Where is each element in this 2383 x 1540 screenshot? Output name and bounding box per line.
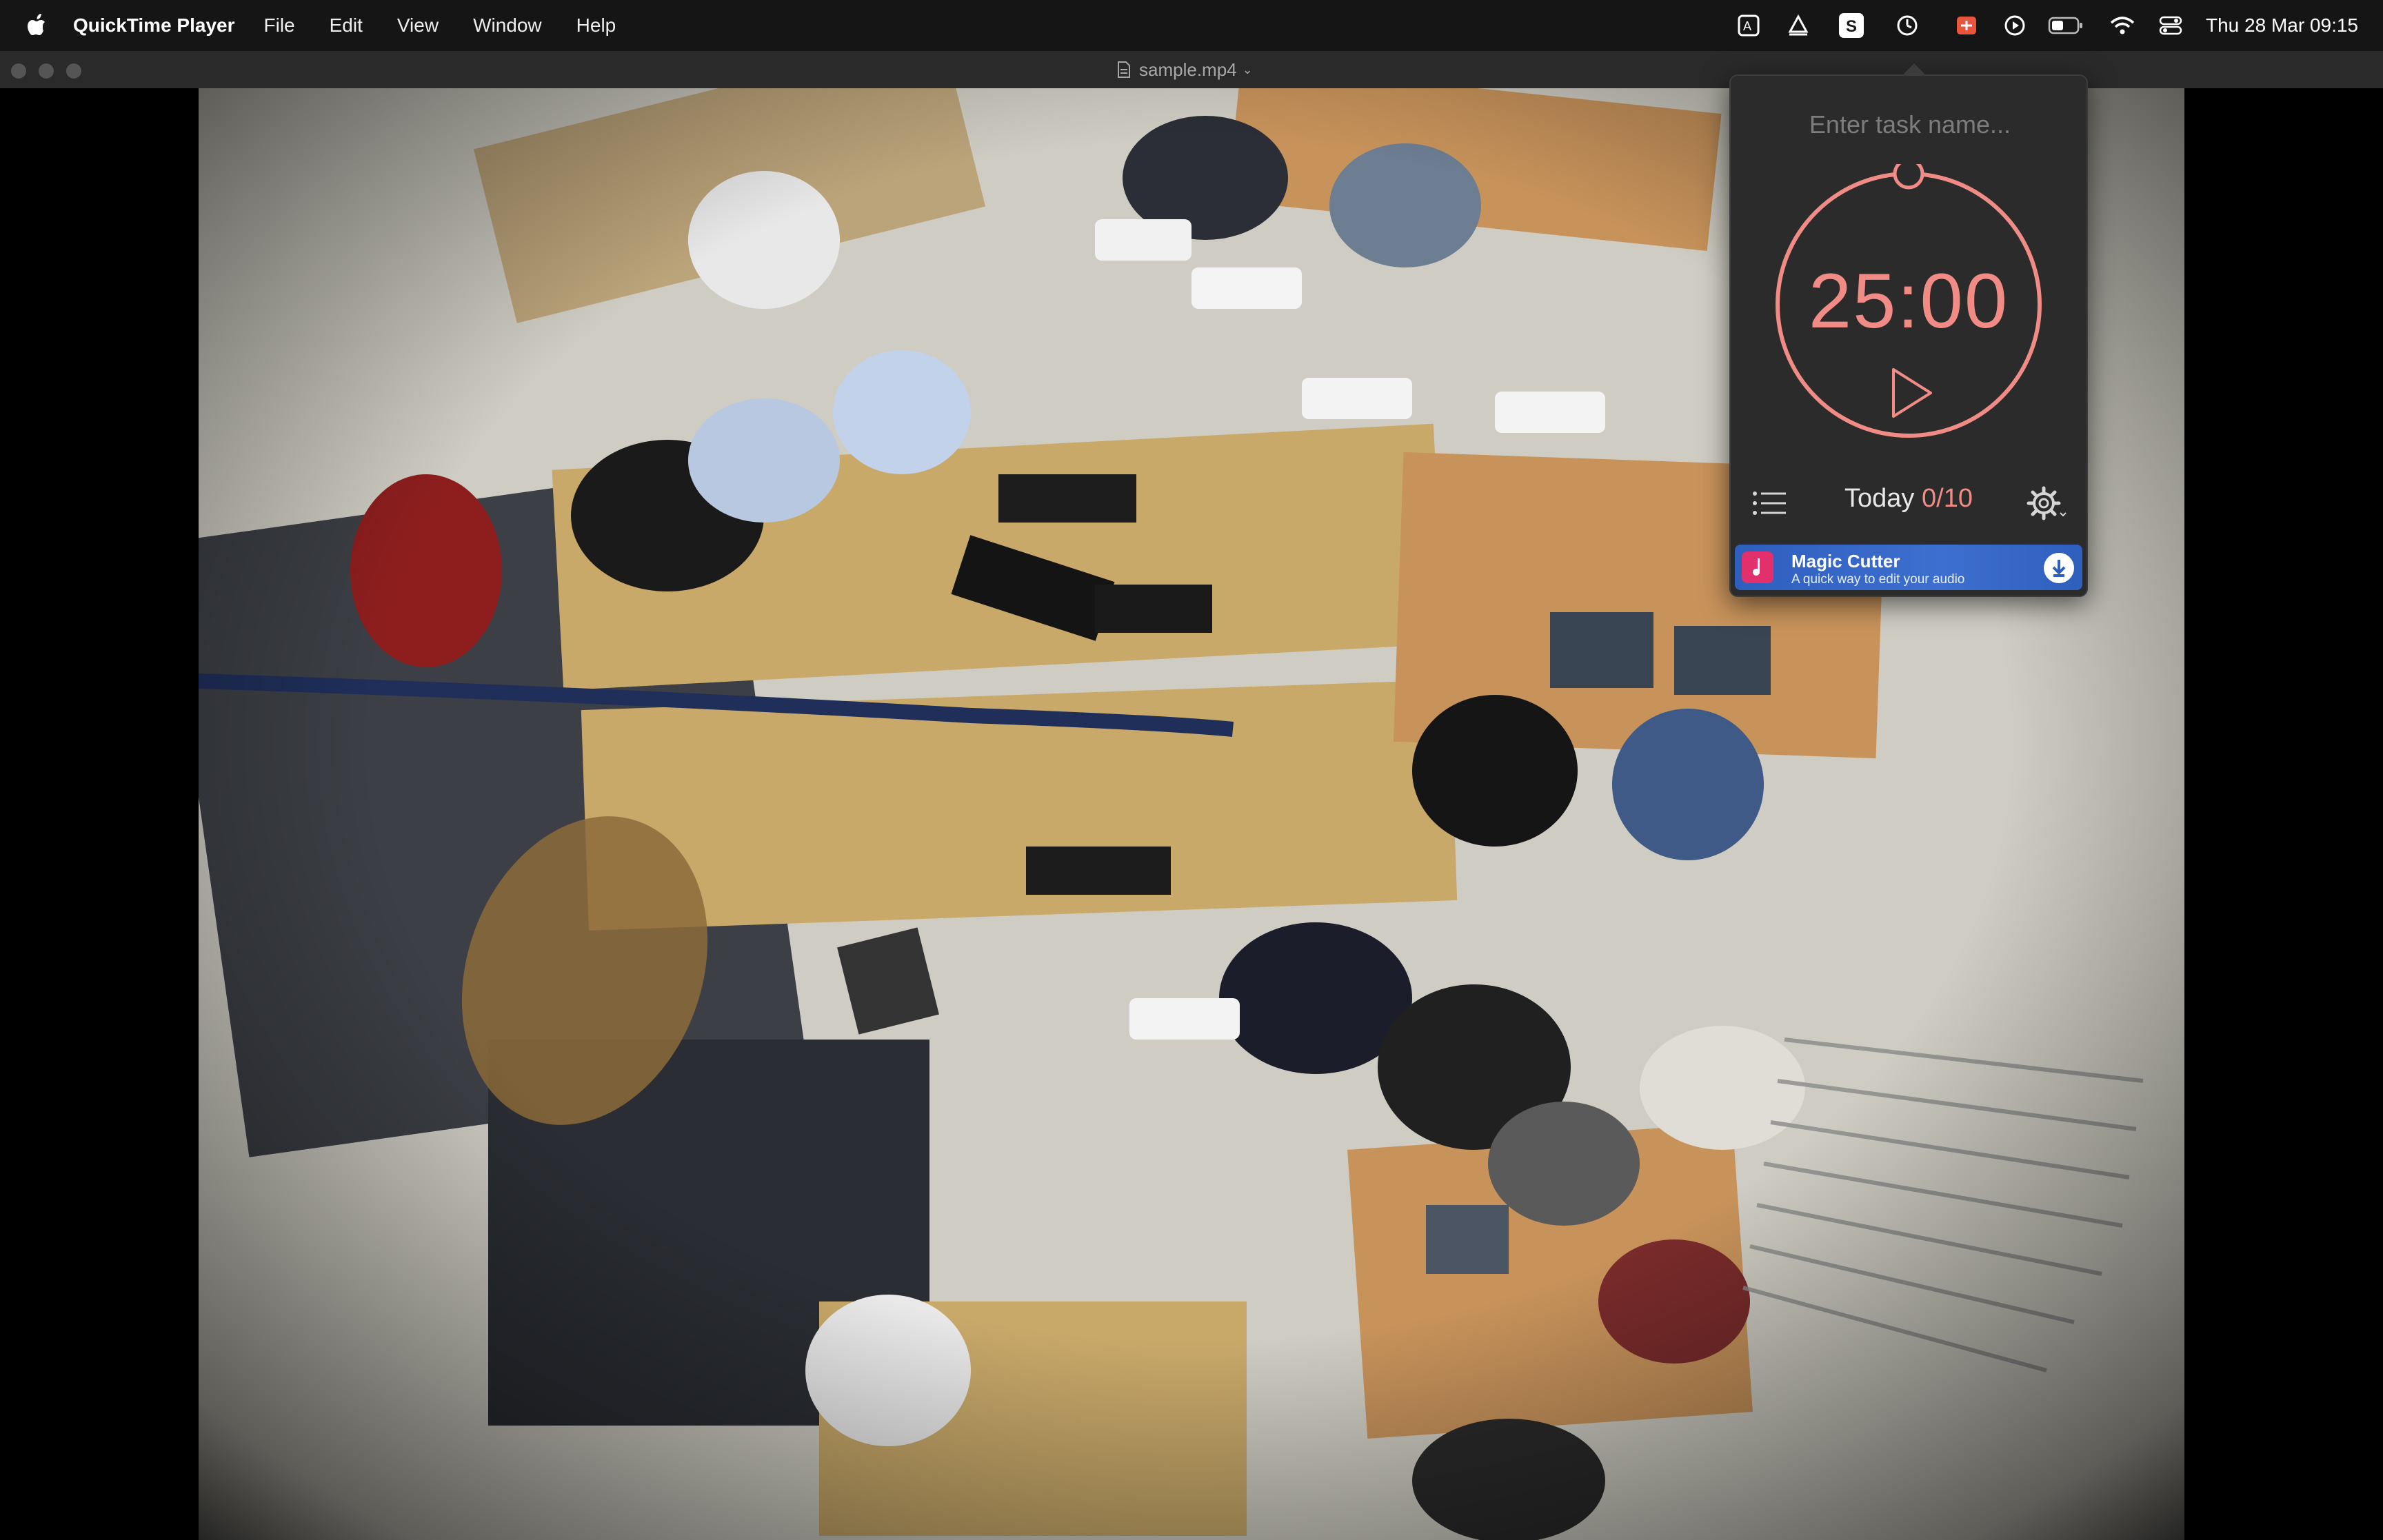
menu-view[interactable]: View — [397, 14, 439, 37]
menu-file[interactable]: File — [264, 14, 295, 37]
menu-bar: QuickTime Player File Edit View Window H… — [0, 0, 2383, 51]
window-title-text: sample.mp4 — [1139, 59, 1237, 80]
battery-icon[interactable] — [2045, 0, 2087, 51]
zoom-button[interactable] — [66, 63, 81, 79]
minimize-button[interactable] — [39, 63, 54, 79]
ad-subtitle: A quick way to edit your audio — [1791, 572, 1965, 587]
timer-icon[interactable] — [1892, 0, 1922, 51]
menu-help[interactable]: Help — [576, 14, 616, 37]
music-note-icon — [1742, 551, 1773, 583]
app-menu[interactable]: QuickTime Player — [73, 14, 235, 37]
translate-icon[interactable]: A — [1733, 0, 1764, 51]
window-title[interactable]: sample.mp4 ⌄ — [1117, 51, 1253, 88]
play-icon[interactable] — [1888, 365, 1936, 421]
popover-arrow — [1902, 63, 1927, 76]
timer-display: 25:00 — [1808, 258, 2009, 344]
document-icon — [1118, 61, 1130, 78]
task-name-input[interactable] — [1751, 97, 2069, 153]
menu-window[interactable]: Window — [473, 14, 542, 37]
svg-text:S: S — [1846, 17, 1857, 36]
close-button[interactable] — [11, 63, 26, 79]
play-circle-icon[interactable] — [2000, 0, 2030, 51]
download-icon[interactable] — [2044, 553, 2074, 583]
menu-edit[interactable]: Edit — [330, 14, 363, 37]
chevron-down-icon: ⌄ — [1242, 62, 1253, 77]
svg-text:A: A — [1743, 19, 1751, 33]
control-center-icon[interactable] — [2155, 0, 2186, 51]
today-count: 0/10 — [1922, 484, 1973, 513]
gear-icon[interactable] — [2026, 485, 2067, 521]
today-label: Today — [1844, 484, 1915, 513]
menu-bar-clock[interactable]: Thu 28 Mar 09:15 — [2206, 0, 2358, 51]
cast-icon[interactable] — [1783, 0, 1813, 51]
magic-cutter-ad[interactable]: Magic Cutter A quick way to edit your au… — [1735, 545, 2082, 590]
timer-handle[interactable] — [1893, 164, 1924, 190]
apple-icon[interactable] — [25, 12, 51, 39]
s-app-icon[interactable]: S — [1833, 0, 1870, 51]
toggle-app-icon[interactable] — [1951, 0, 1982, 51]
wifi-icon[interactable] — [2107, 0, 2138, 51]
ad-title: Magic Cutter — [1791, 551, 1900, 571]
pomodoro-popover: 25:00 Today 0/10 Magic Cutter A quick wa… — [1729, 63, 2088, 597]
